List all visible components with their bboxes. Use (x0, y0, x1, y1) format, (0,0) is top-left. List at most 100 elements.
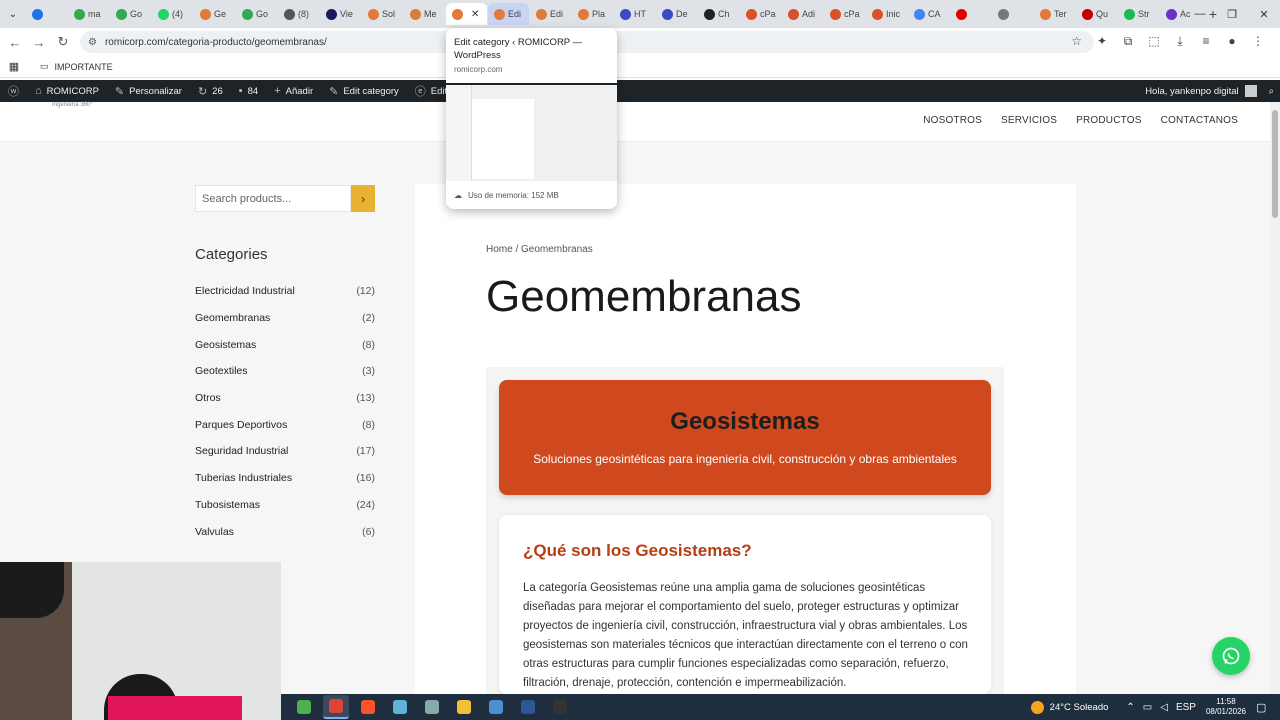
admin-edit-category[interactable]: ✎ Edit category (321, 80, 407, 102)
admin-greeting: Hola, yankenpo digital (1145, 85, 1239, 97)
nav-productos[interactable]: PRODUCTOS (1076, 115, 1142, 126)
browser-tab[interactable]: Adi (782, 3, 823, 25)
bookmark-star-icon[interactable]: ☆ (1071, 34, 1082, 48)
browser-tab[interactable]: Str (1118, 3, 1159, 25)
browser-tab[interactable]: Ter (1034, 3, 1075, 25)
browser-tab[interactable]: Sol (362, 3, 403, 25)
app-icon[interactable] (291, 695, 317, 719)
folder-icon[interactable] (451, 695, 477, 719)
browser-tab[interactable]: HT (614, 3, 655, 25)
browser-tab[interactable]: cPa (824, 3, 865, 25)
close-tab-icon[interactable]: ✕ (471, 9, 479, 20)
admin-comments[interactable]: ▪ 84 (231, 80, 266, 102)
admin-updates[interactable]: ↻ 26 (190, 80, 231, 102)
browser-tab[interactable]: De (656, 3, 697, 25)
category-item[interactable]: Seguridad Industrial (17) (195, 438, 375, 465)
browser-tab[interactable] (950, 3, 991, 25)
download-icon[interactable]: ⤓ (1172, 32, 1188, 50)
tab-label: Ter (1054, 9, 1067, 19)
category-item[interactable]: Tuberias Industriales (16) (195, 465, 375, 492)
back-icon[interactable]: ← (3, 30, 27, 54)
browser-tab[interactable]: Go (110, 3, 151, 25)
media-icon[interactable]: ≡ (1198, 32, 1214, 50)
word-icon[interactable] (515, 695, 541, 719)
record-icon[interactable] (547, 695, 573, 719)
search-submit-button[interactable]: › (351, 185, 375, 212)
extension-icon[interactable]: ✦ (1094, 32, 1110, 50)
wordpress-logo-icon[interactable]: ⓦ (0, 80, 27, 102)
browser-tab[interactable]: Me (404, 3, 445, 25)
webcam-head (0, 562, 64, 618)
screenshot-icon[interactable]: ⧉ (1120, 32, 1136, 50)
site-info-icon[interactable]: ⚙ (88, 37, 97, 48)
admin-search-icon[interactable]: ⌕ (1269, 86, 1274, 97)
product-search-input[interactable]: Search products... (195, 185, 351, 212)
admin-site-name[interactable]: ⌂ ROMICORP (27, 80, 107, 102)
browser-navigation-bar: ← → ↻ ⚙ romicorp.com/categoria-producto/… (0, 28, 1280, 56)
forward-icon[interactable]: → (27, 30, 51, 54)
category-item[interactable]: Parques Deportivos (8) (195, 411, 375, 438)
language-indicator[interactable]: ESP (1176, 702, 1196, 713)
updates-icon: ↻ (197, 85, 208, 98)
notepad-icon[interactable] (387, 695, 413, 719)
tab-label: Adi (802, 9, 816, 19)
tab-favicon-icon (326, 8, 337, 20)
nav-nosotros[interactable]: NOSOTROS (923, 115, 982, 126)
whatsapp-button[interactable] (1212, 637, 1250, 675)
chrome-icon[interactable] (323, 695, 349, 719)
admin-customize[interactable]: ✎ Personalizar (107, 80, 190, 102)
browser-tab[interactable]: Ge (194, 3, 235, 25)
weather-widget[interactable]: 24°C Soleado (1030, 700, 1108, 714)
menu-icon[interactable]: ⋮ (1250, 32, 1266, 50)
browser-tab[interactable] (26, 3, 67, 25)
browser-tab[interactable]: (8) (278, 3, 319, 25)
category-item[interactable]: Valvulas (6) (195, 518, 375, 545)
brave-icon[interactable] (355, 695, 381, 719)
browser-tab[interactable]: cPa (740, 3, 781, 25)
maximize-icon[interactable]: ❐ (1216, 0, 1248, 28)
tab-search-chevron-icon[interactable]: ⌄ (0, 0, 26, 28)
category-item[interactable]: Otros (13) (195, 385, 375, 412)
admin-account[interactable]: Hola, yankenpo digital ⌕ (1145, 80, 1274, 102)
bookmark-folder-importante[interactable]: ▭ IMPORTANTE (40, 61, 113, 72)
browser-tab[interactable]: Vie (320, 3, 361, 25)
tab-label: Ch (718, 9, 730, 19)
chevron-up-icon[interactable]: ⌃ (1126, 702, 1134, 713)
browser-tab[interactable] (992, 3, 1033, 25)
category-item[interactable]: Tubosistemas (24) (195, 492, 375, 519)
browser-tab[interactable]: Inic (866, 3, 907, 25)
breadcrumb[interactable]: Home / Geomembranas (486, 244, 593, 255)
settings-app-icon[interactable] (419, 695, 445, 719)
network-icon[interactable]: ▭ (1143, 702, 1152, 713)
extensions-puzzle-icon[interactable]: ⬚ (1146, 32, 1162, 50)
browser-tab[interactable]: Edi (488, 3, 529, 25)
minimize-icon[interactable]: — (1184, 0, 1216, 28)
notification-icon[interactable]: ▢ (1256, 701, 1274, 714)
nav-servicios[interactable]: SERVICIOS (1001, 115, 1057, 126)
browser-tab[interactable]: Ch (698, 3, 739, 25)
close-window-icon[interactable]: ✕ (1248, 0, 1280, 28)
browser-tab[interactable]: ma (68, 3, 109, 25)
scrollbar-thumb[interactable] (1272, 110, 1278, 218)
browser-tab[interactable]: Pla (572, 3, 613, 25)
steam-icon[interactable] (483, 695, 509, 719)
browser-tab[interactable]: CA (908, 3, 949, 25)
browser-tab[interactable]: Edi (530, 3, 571, 25)
nav-contactanos[interactable]: CONTACTANOS (1161, 115, 1238, 126)
profile-icon[interactable]: ● (1224, 32, 1240, 50)
reload-icon[interactable]: ↻ (51, 30, 75, 54)
category-item[interactable]: Geomembranas (2) (195, 305, 375, 332)
browser-tab[interactable]: Go (236, 3, 277, 25)
tab-favicon-icon (746, 8, 757, 20)
browser-tab[interactable]: (4) (152, 3, 193, 25)
category-item[interactable]: Electricidad Industrial (12) (195, 278, 375, 305)
category-item[interactable]: Geotextiles (3) (195, 358, 375, 385)
browser-tab[interactable]: Qu (1076, 3, 1117, 25)
clock[interactable]: 11:58 08/01/2026 (1206, 697, 1246, 717)
admin-new[interactable]: + Añadir (266, 80, 321, 102)
browser-tab[interactable]: ✕ (446, 3, 487, 25)
apps-grid-icon[interactable]: ▦ (0, 60, 28, 73)
page-scrollbar[interactable] (1270, 102, 1280, 694)
volume-icon[interactable]: ◁ (1160, 702, 1168, 713)
category-item[interactable]: Geosistemas (8) (195, 331, 375, 358)
